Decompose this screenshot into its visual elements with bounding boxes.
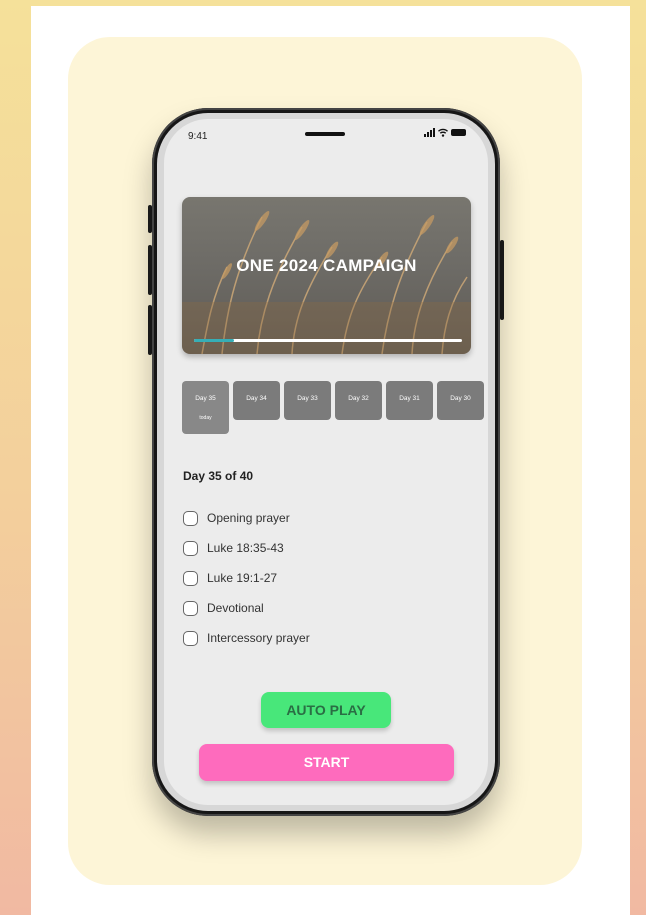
task-checkbox[interactable]	[183, 600, 198, 616]
task-checkbox[interactable]	[183, 510, 198, 526]
task-list: Opening prayer Luke 18:35-43 Luke 19:1-27 D…	[183, 503, 463, 653]
day-chip-label: Day 32	[348, 395, 369, 402]
campaign-title: ONE 2024 CAMPAIGN	[236, 256, 417, 275]
task-label: Intercessory prayer	[207, 631, 310, 645]
cellular-signal-icon	[424, 128, 435, 137]
campaign-progress-bar	[194, 339, 462, 342]
task-label: Luke 19:1-27	[207, 571, 278, 585]
task-item[interactable]: Devotional	[183, 593, 463, 623]
task-item[interactable]: Luke 19:1-27	[183, 563, 463, 593]
battery-icon	[451, 129, 466, 136]
day-chip-label: Day 33	[297, 395, 318, 402]
status-icons	[424, 128, 466, 137]
task-label: Luke 18:35-43	[207, 541, 284, 555]
wifi-icon	[438, 128, 448, 137]
campaign-progress-fill	[194, 339, 235, 342]
status-time: 9:41	[188, 131, 208, 142]
day-chip-label: Day 30	[450, 395, 471, 402]
task-label: Opening prayer	[207, 511, 290, 525]
day-chip[interactable]: Day 34	[233, 381, 280, 420]
task-item[interactable]: Luke 18:35-43	[183, 533, 463, 563]
task-checkbox[interactable]	[183, 540, 198, 556]
task-label: Devotional	[207, 601, 264, 615]
status-bar: 9:41	[164, 119, 488, 155]
day-chip[interactable]: Day 31	[386, 381, 433, 420]
day-chip-label: Day 31	[399, 395, 420, 402]
auto-play-button[interactable]: AUTO PLAY	[261, 692, 391, 728]
phone-power-button	[500, 240, 504, 320]
task-item[interactable]: Opening prayer	[183, 503, 463, 533]
day-selector: Day 35 today Day 34 Day 33 Day 32 Day 31 Day 3…	[182, 381, 488, 441]
start-button[interactable]: START	[199, 744, 454, 781]
campaign-banner[interactable]: ONE 2024 CAMPAIGN	[182, 197, 471, 354]
phone-screen: 9:41 ONE 2024 CAMPAIGN Day 35 today Day …	[164, 119, 488, 805]
day-chip[interactable]: Day 35 today	[182, 381, 229, 434]
task-checkbox[interactable]	[183, 570, 198, 586]
day-chip[interactable]: Day 30	[437, 381, 484, 420]
day-chip[interactable]: Day 33	[284, 381, 331, 420]
day-chip[interactable]: Day 32	[335, 381, 382, 420]
day-chip-label: Day 34	[246, 395, 267, 402]
day-heading: Day 35 of 40	[183, 469, 254, 483]
notch	[305, 132, 345, 136]
day-chip-sublabel: today	[199, 415, 212, 421]
day-chip-label: Day 35	[195, 395, 216, 402]
task-item[interactable]: Intercessory prayer	[183, 623, 463, 653]
task-checkbox[interactable]	[183, 630, 198, 646]
